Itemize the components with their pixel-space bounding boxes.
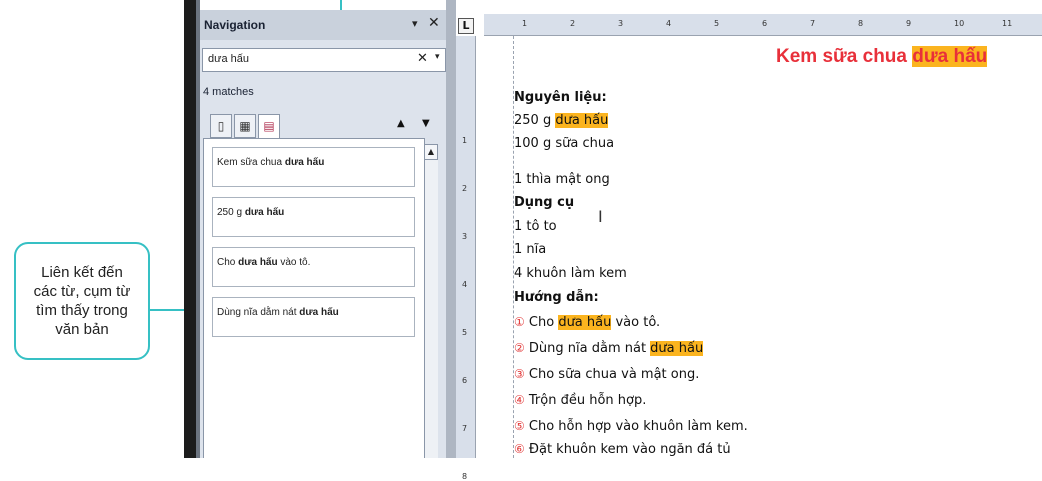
horizontal-ruler[interactable]: 1 2 3 4 5 6 7 8 9 10 11 [484, 14, 1042, 36]
ruler-tick-label: 6 [462, 376, 468, 385]
next-result-button[interactable]: ▼ [422, 118, 430, 129]
navigation-pane: Navigation ▾ ✕ dưa hấu ✕ ▾ 4 matches ▯ ▦… [200, 10, 446, 458]
results-list: Kem sữa chua dưa hấu 250 g dưa hấu Cho d… [203, 138, 425, 458]
step-number: ⑥ [514, 442, 525, 456]
search-input[interactable]: dưa hấu ✕ ▾ [202, 48, 446, 72]
ruler-tick-label: 8 [858, 19, 864, 28]
scrollbar-track[interactable] [424, 160, 438, 458]
result-item[interactable]: 250 g dưa hấu [212, 197, 415, 237]
tab-pages[interactable]: ▦ [234, 114, 256, 138]
step-match: dưa hấu [558, 315, 612, 330]
ruler-tick-label: 11 [1002, 19, 1013, 28]
ruler-tick-label: 3 [462, 232, 468, 241]
scroll-up-button[interactable]: ▲ [424, 144, 438, 160]
clear-search-icon[interactable]: ✕ [417, 51, 428, 66]
ruler-tick-label: 4 [462, 280, 468, 289]
step-text: vào tô. [611, 315, 661, 330]
ruler-tick-label: 7 [462, 424, 468, 433]
step-text: Cho hỗn hợp vào khuôn làm kem. [524, 419, 748, 434]
ruler-tick-label: 5 [714, 19, 720, 28]
step-text: Dùng nĩa dằm nát [524, 341, 651, 356]
ingredient-line: 100 g sữa chua [514, 136, 615, 151]
heading-ingredients: Nguyên liệu: [514, 90, 607, 105]
result-text: Cho [217, 257, 239, 268]
splitter[interactable] [446, 0, 456, 458]
ruler-tick-label: 7 [810, 19, 816, 28]
ruler-tick-label: 8 [462, 472, 468, 481]
result-item[interactable]: Kem sữa chua dưa hấu [212, 147, 415, 187]
doc-title-text: Kem sữa chua [776, 46, 913, 67]
ruler-tick-label: 4 [666, 19, 672, 28]
heading-steps: Hướng dẫn: [514, 290, 599, 305]
ruler-tick-label: 2 [462, 184, 468, 193]
tool-line: 1 tô to [514, 219, 557, 234]
tool-line: 4 khuôn làm kem [514, 266, 627, 281]
tab-results[interactable]: ▤ [258, 114, 280, 138]
step-text: Cho sữa chua và mật ong. [524, 367, 700, 382]
step-line: ① Cho dưa hấu vào tô. [514, 315, 660, 330]
callout-text: Liên kết đến các từ, cụm từ tìm thấy tro… [33, 264, 131, 338]
ruler-tick-label: 10 [954, 19, 965, 28]
match-count: 4 matches [203, 86, 254, 98]
headings-icon: ▯ [217, 119, 225, 133]
ingredient-match: dưa hấu [555, 113, 609, 128]
ruler-tick-label: 5 [462, 328, 468, 337]
navigation-header: Navigation ▾ ✕ [200, 10, 446, 40]
step-line: ② Dùng nĩa dằm nát dưa hấu [514, 341, 704, 356]
result-match: dưa hấu [299, 307, 339, 318]
result-match: dưa hấu [284, 157, 325, 168]
tab-selector[interactable]: L [458, 18, 474, 34]
step-line: ⑥ Đặt khuôn kem vào ngăn đá tủ [514, 442, 731, 457]
tool-line: 1 nĩa [514, 242, 547, 257]
ingredient-line: 250 g dưa hấu [514, 113, 609, 128]
result-match: dưa hấu [244, 207, 285, 218]
doc-title: Kem sữa chua dưa hấu [776, 46, 988, 68]
ingredient-text: 250 g [514, 113, 556, 128]
result-item[interactable]: Cho dưa hấu vào tô. [212, 247, 415, 287]
vertical-ruler[interactable]: 1 2 3 4 5 6 7 8 [456, 36, 476, 481]
step-number: ② [514, 341, 525, 355]
tab-headings[interactable]: ▯ [210, 114, 232, 138]
callout-box: Liên kết đến các từ, cụm từ tìm thấy tro… [14, 242, 150, 360]
heading-tools: Dụng cụ [514, 195, 575, 210]
result-item[interactable]: Dùng nĩa dằm nát dưa hấu [212, 297, 415, 337]
step-line: ③ Cho sữa chua và mật ong. [514, 367, 699, 382]
results-icon: ▤ [263, 119, 275, 133]
step-text: Cho [524, 315, 559, 330]
step-line: ④ Trộn đều hỗn hợp. [514, 393, 646, 408]
ruler-tick-label: 1 [462, 136, 468, 145]
result-match: dưa hấu [238, 257, 278, 268]
ruler-tick-label: 9 [906, 19, 912, 28]
navigation-title: Navigation [204, 18, 266, 32]
pane-menu-icon[interactable]: ▾ [412, 17, 418, 30]
ruler-tick-label: 3 [618, 19, 624, 28]
result-text: vào tô. [277, 257, 311, 268]
step-text: Trộn đều hỗn hợp. [524, 393, 647, 408]
step-text: Đặt khuôn kem vào ngăn đá tủ [524, 442, 731, 457]
step-number: ⑤ [514, 419, 525, 433]
ruler-tick-label: 1 [522, 19, 528, 28]
ingredient-line: 1 thìa mật ong [514, 172, 610, 187]
result-text: Kem sữa chua [217, 157, 285, 168]
previous-result-button[interactable]: ▲ [397, 118, 405, 129]
result-text: Dùng nĩa dằm nát [217, 307, 300, 318]
window-frame [184, 0, 196, 458]
step-match: dưa hấu [650, 341, 704, 356]
step-line: ⑤ Cho hỗn hợp vào khuôn làm kem. [514, 419, 748, 434]
step-number: ① [514, 315, 525, 329]
doc-title-match: dưa hấu [912, 46, 988, 67]
text-cursor-icon: I [598, 207, 603, 226]
pages-icon: ▦ [239, 119, 251, 133]
search-value: dưa hấu [208, 53, 250, 65]
ruler-tick-label: 6 [762, 19, 768, 28]
step-number: ③ [514, 367, 525, 381]
search-options-icon[interactable]: ▾ [435, 52, 440, 62]
ruler-tick-label: 2 [570, 19, 576, 28]
result-text: 250 g [217, 207, 245, 218]
close-icon[interactable]: ✕ [428, 15, 440, 31]
step-number: ④ [514, 393, 525, 407]
